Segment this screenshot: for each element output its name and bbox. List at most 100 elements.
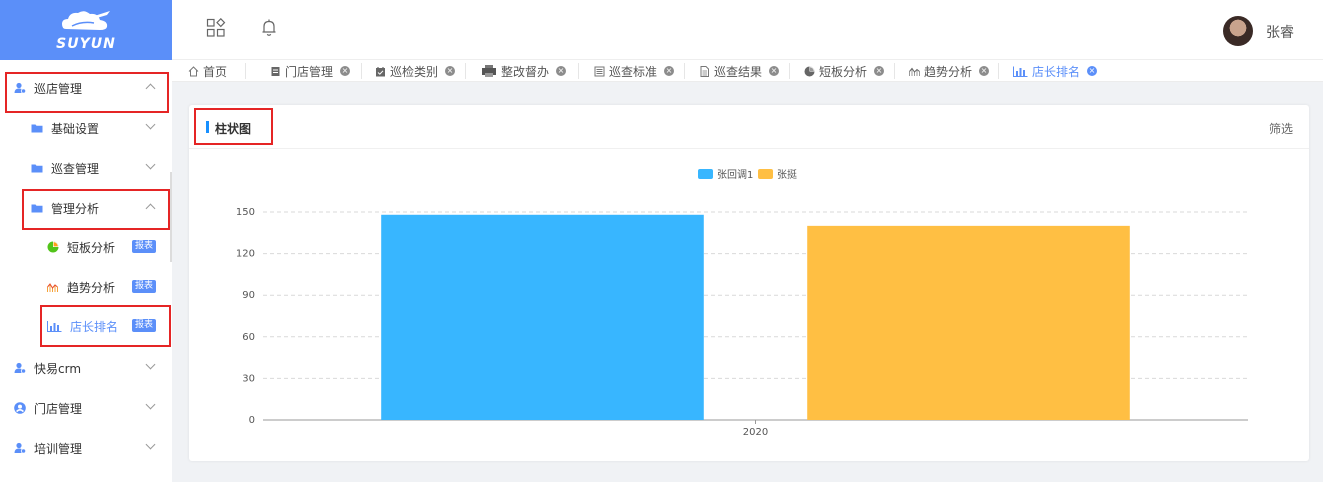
close-icon[interactable]: ×	[979, 66, 990, 76]
tab-label: 巡检类别	[390, 64, 439, 79]
highlight-box	[22, 189, 170, 230]
y-tick-label: 60	[242, 332, 255, 343]
tab-inspection-result[interactable]: 巡查结果 ×	[699, 60, 780, 82]
tab-manager-ranking[interactable]: 店长排名 ×	[1013, 60, 1098, 82]
x-tick-label: 2020	[743, 427, 768, 438]
tab-bar: 首页 门店管理 × 巡检类别 × 整改督办 × 巡查标准 × 巡查结果 × 短板…	[172, 60, 1323, 82]
folder-icon	[31, 122, 43, 134]
top-header: 张睿	[172, 0, 1323, 60]
highlight-box	[194, 108, 273, 145]
tab-label: 巡查结果	[714, 64, 763, 79]
user-circle-icon	[14, 402, 26, 414]
list-icon	[594, 66, 605, 77]
bar	[807, 225, 1130, 420]
close-icon[interactable]: ×	[445, 66, 456, 76]
trend-icon	[47, 281, 59, 293]
chart-card: 柱状图 筛选 0 30 60 90 120 150 2020 张回调1 张挺	[189, 105, 1309, 461]
sidebar-item-training-management[interactable]: 培训管理	[0, 428, 172, 468]
trend-icon	[909, 66, 920, 77]
tab-inspection-category[interactable]: 巡检类别 ×	[375, 60, 456, 82]
close-icon[interactable]: ×	[556, 66, 567, 76]
chevron-down-icon	[145, 359, 156, 370]
close-icon[interactable]: ×	[664, 66, 675, 76]
sidebar-scrollbar[interactable]	[170, 172, 172, 262]
legend-label: 张回调1	[717, 169, 753, 181]
tab-weakness-analysis[interactable]: 短板分析 ×	[804, 60, 885, 82]
close-icon[interactable]: ×	[874, 66, 885, 76]
document-icon	[699, 65, 710, 77]
close-icon[interactable]: ×	[1087, 66, 1098, 76]
tab-divider	[465, 63, 466, 79]
tab-label: 巡查标准	[609, 64, 658, 79]
tab-divider	[789, 63, 790, 79]
close-icon[interactable]: ×	[340, 66, 351, 76]
chevron-down-icon	[145, 399, 156, 410]
user-group-icon	[14, 362, 27, 374]
sidebar-item-label: 培训管理	[34, 441, 83, 456]
sidebar-item-label: 快易crm	[34, 361, 82, 376]
username[interactable]: 张睿	[1266, 22, 1294, 42]
chevron-down-icon	[145, 439, 156, 450]
tab-rectification[interactable]: 整改督办 ×	[481, 60, 567, 82]
sidebar-item-weakness-analysis[interactable]: 短板分析 报表	[0, 227, 172, 267]
chevron-down-icon	[145, 119, 156, 130]
home-icon	[188, 65, 199, 77]
chevron-down-icon	[145, 159, 156, 170]
tab-store-management[interactable]: 门店管理 ×	[270, 60, 351, 82]
tab-divider	[361, 63, 362, 79]
sidebar-item-inspection-management[interactable]: 巡查管理	[0, 148, 172, 188]
y-tick-label: 150	[236, 207, 255, 218]
bell-icon[interactable]	[260, 18, 278, 41]
tab-label: 趋势分析	[924, 64, 973, 79]
bar	[381, 214, 704, 420]
filter-button[interactable]: 筛选	[1269, 120, 1293, 137]
tab-inspection-standard[interactable]: 巡查标准 ×	[594, 60, 675, 82]
tab-home[interactable]: 首页	[188, 60, 227, 82]
printer-icon	[481, 64, 497, 78]
sidebar-item-label: 门店管理	[34, 401, 83, 416]
sidebar-item-store-management[interactable]: 门店管理	[0, 388, 172, 428]
tab-divider	[578, 63, 579, 79]
sidebar-item-label: 短板分析	[67, 240, 116, 255]
report-badge: 报表	[132, 280, 157, 293]
tab-divider	[245, 63, 246, 79]
sidebar: SUYUN 巡店管理 基础设置 巡查管理 管理分析 短板分析 报表 趋势分析 报…	[0, 0, 172, 482]
sidebar-item-trend-analysis[interactable]: 趋势分析 报表	[0, 267, 172, 307]
highlight-box	[40, 305, 171, 347]
apps-icon[interactable]	[206, 17, 226, 41]
sidebar-item-label: 巡查管理	[51, 161, 100, 176]
bar-chart-icon	[1013, 66, 1028, 77]
highlight-box	[5, 72, 169, 113]
store-icon	[270, 66, 281, 77]
cloud-plane-logo-icon	[62, 10, 110, 30]
tab-divider	[684, 63, 685, 79]
tab-label: 门店管理	[285, 64, 334, 79]
y-tick-label: 120	[236, 249, 255, 260]
bar-chart: 0 30 60 90 120 150 2020 张回调1 张挺	[236, 168, 1248, 438]
tab-label: 短板分析	[819, 64, 868, 79]
report-badge: 报表	[132, 240, 157, 253]
sidebar-item-crm[interactable]: 快易crm	[0, 348, 172, 388]
tab-label: 整改督办	[501, 64, 550, 79]
tab-divider	[998, 63, 999, 79]
avatar[interactable]	[1223, 16, 1253, 46]
tab-label: 店长排名	[1032, 64, 1081, 79]
pie-chart-icon	[47, 241, 59, 253]
legend-swatch	[758, 169, 773, 179]
y-tick-label: 90	[242, 290, 255, 301]
app-root: SUYUN 巡店管理 基础设置 巡查管理 管理分析 短板分析 报表 趋势分析 报…	[0, 0, 1323, 482]
sidebar-item-label: 基础设置	[51, 121, 100, 136]
tab-label: 首页	[203, 64, 228, 79]
calendar-check-icon	[375, 66, 386, 77]
y-tick-label: 30	[242, 373, 255, 384]
tab-trend-analysis[interactable]: 趋势分析 ×	[909, 60, 990, 82]
logo-text: SUYUN	[56, 35, 116, 52]
logo: SUYUN	[0, 0, 172, 60]
legend-swatch	[698, 169, 713, 179]
tab-divider	[894, 63, 895, 79]
sidebar-item-basic-settings[interactable]: 基础设置	[0, 108, 172, 148]
pie-chart-icon	[804, 66, 815, 77]
close-icon[interactable]: ×	[769, 66, 780, 76]
legend-label: 张挺	[777, 168, 797, 181]
folder-icon	[31, 162, 43, 174]
